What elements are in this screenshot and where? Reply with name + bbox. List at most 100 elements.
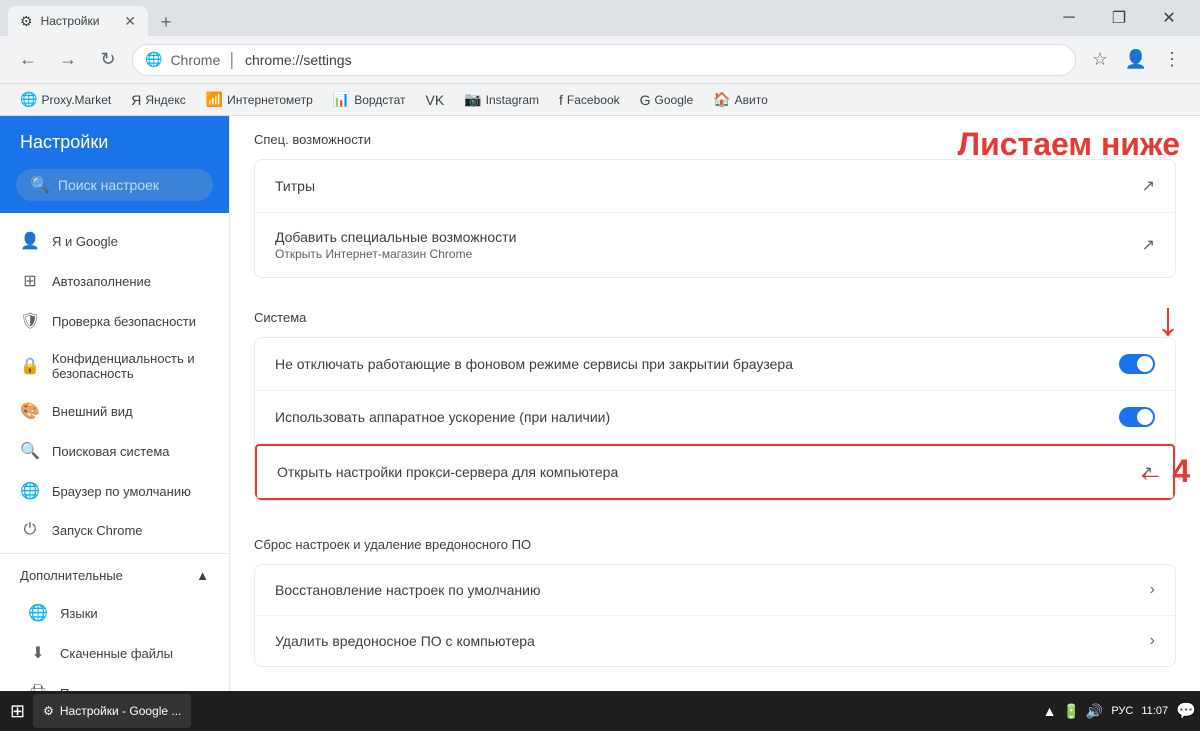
url-path: chrome://settings <box>245 52 352 68</box>
taskbar-left: ⊞ ⚙ Настройки - Google ... <box>4 694 191 728</box>
bookmark-icon: 🌐 <box>20 91 37 108</box>
profile-button[interactable]: 👤 <box>1120 44 1152 76</box>
content-area: Листаем ниже Спец. возможности Титры ↗ Д… <box>230 116 1200 691</box>
hw-accel-toggle[interactable] <box>1119 407 1155 427</box>
taskbar-time: 11:07 <box>1141 704 1168 718</box>
sidebar-item-default-browser[interactable]: 🌐 Браузер по умолчанию <box>0 471 229 511</box>
bookmark-label-av: Авито <box>735 93 768 107</box>
menu-button[interactable]: ⋮ <box>1156 44 1188 76</box>
sidebar-item-downloads[interactable]: ⬇ Скаченные файлы <box>0 633 229 673</box>
remove-malware-row[interactable]: Удалить вредоносное ПО с компьютера › <box>255 616 1175 666</box>
minimize-button[interactable]: ─ <box>1046 3 1092 33</box>
nav-label: Языки <box>60 606 98 621</box>
nav-label: Автозаполнение <box>52 274 151 289</box>
external-link-icon-2: ↗ <box>1142 235 1155 255</box>
captions-row[interactable]: Титры ↗ <box>255 160 1175 213</box>
bookmark-google[interactable]: G Google <box>632 88 702 112</box>
bookmark-instagram[interactable]: 📷 Instagram <box>456 87 547 112</box>
nav-label: Конфиденциальность и безопасность <box>52 351 209 381</box>
bookmark-proxy[interactable]: 🌐 Proxy.Market <box>12 87 119 112</box>
nav-label: Браузер по умолчанию <box>52 484 191 499</box>
restore-text: Восстановление настроек по умолчанию <box>275 582 1150 598</box>
hardware-acceleration-row[interactable]: Использовать аппаратное ускорение (при н… <box>255 391 1175 444</box>
start-button[interactable]: ⊞ <box>4 697 31 726</box>
notification-icon[interactable]: 💬 <box>1176 701 1196 721</box>
bookmark-facebook[interactable]: f Facebook <box>551 88 628 112</box>
nav-label: Запуск Chrome <box>52 523 143 538</box>
external-link-icon: ↗ <box>1142 176 1155 196</box>
back-button[interactable]: ← <box>12 44 44 76</box>
tab-close-btn[interactable]: ✕ <box>124 13 136 30</box>
taskbar-right: ▲ 🔋 🔊 РУС 11:07 💬 <box>1043 701 1196 721</box>
power-icon: ⏻ <box>20 521 40 539</box>
sidebar-search-area: 🔍 <box>0 169 229 213</box>
sidebar-item-privacy[interactable]: 🔒 Конфиденциальность и безопасность <box>0 341 229 391</box>
sidebar-item-search-engine[interactable]: 🔍 Поисковая система <box>0 431 229 471</box>
add-accessibility-title: Добавить специальные возможности <box>275 229 1142 245</box>
address-bar-right: ☆ 👤 ⋮ <box>1084 44 1188 76</box>
sidebar-item-autofill[interactable]: ⊞ Автозаполнение <box>0 261 229 301</box>
url-bar[interactable]: 🌐 Chrome │ chrome://settings <box>132 44 1076 76</box>
tray-network-icon[interactable]: ▲ <box>1043 703 1057 719</box>
taskbar-app-chrome[interactable]: ⚙ Настройки - Google ... <box>33 694 191 728</box>
nav-label: Внешний вид <box>52 404 133 419</box>
bookmark-avito[interactable]: 🏠 Авито <box>705 87 776 112</box>
bookmark-label-fb: Facebook <box>567 93 620 107</box>
captions-title: Титры <box>275 178 1142 194</box>
window-controls: ─ ❐ ✕ <box>1046 3 1192 33</box>
search-input[interactable] <box>58 177 230 193</box>
bookmark-label-w: Вордстат <box>354 93 405 107</box>
special-section-card: Титры ↗ Добавить специальные возможности… <box>254 159 1176 278</box>
print-icon: 🖨 <box>28 683 48 691</box>
new-tab-button[interactable]: + <box>152 8 180 36</box>
bookmark-label-y: Яндекс <box>145 93 185 107</box>
sidebar-item-security[interactable]: 🛡 Проверка безопасности <box>0 301 229 341</box>
bookmark-label-ig: Instagram <box>486 93 539 107</box>
sidebar-item-languages[interactable]: 🌐 Языки <box>0 593 229 633</box>
taskbar-app-icon: ⚙ <box>43 704 54 718</box>
forward-button[interactable]: → <box>52 44 84 76</box>
captions-text: Титры <box>275 178 1142 194</box>
url-chrome-label: Chrome <box>170 52 220 68</box>
system-section-title: Система <box>230 294 1200 333</box>
appearance-icon: 🎨 <box>20 401 40 421</box>
restore-title: Восстановление настроек по умолчанию <box>275 582 1150 598</box>
bookmark-vk[interactable]: VK <box>418 88 453 112</box>
bookmark-internet[interactable]: 📶 Интернетометр <box>198 87 321 112</box>
bookmark-icon-av: 🏠 <box>713 91 730 108</box>
bookmark-label: Proxy.Market <box>41 93 111 107</box>
close-button[interactable]: ✕ <box>1146 3 1192 33</box>
bookmark-wordstat[interactable]: 📊 Вордстат <box>325 87 414 112</box>
background-services-row[interactable]: Не отключать работающие в фоновом режиме… <box>255 338 1175 391</box>
sidebar-item-print[interactable]: 🖨 Печать <box>0 673 229 691</box>
title-bar: ⚙ Настройки ✕ + ─ ❐ ✕ <box>0 0 1200 36</box>
shield-icon: 🛡 <box>20 311 40 331</box>
maximize-button[interactable]: ❐ <box>1096 3 1142 33</box>
active-tab[interactable]: ⚙ Настройки ✕ <box>8 6 148 36</box>
sidebar-item-appearance[interactable]: 🎨 Внешний вид <box>0 391 229 431</box>
nav-label: Я и Google <box>52 234 118 249</box>
bg-services-title: Не отключать работающие в фоновом режиме… <box>275 356 1119 372</box>
bookmark-button[interactable]: ☆ <box>1084 44 1116 76</box>
chevron-up-icon: ▲ <box>196 568 209 583</box>
bookmark-yandex[interactable]: Я Яндекс <box>123 88 193 112</box>
sidebar-item-startup[interactable]: ⏻ Запуск Chrome <box>0 511 229 549</box>
advanced-section-header[interactable]: Дополнительные ▲ <box>0 558 229 593</box>
tab-area: ⚙ Настройки ✕ + <box>8 0 180 36</box>
tray-battery-icon[interactable]: 🔋 <box>1062 703 1079 720</box>
tray-sound-icon[interactable]: 🔊 <box>1086 703 1103 720</box>
refresh-button[interactable]: ↻ <box>92 44 124 76</box>
url-separator: │ <box>228 52 237 68</box>
add-accessibility-row[interactable]: Добавить специальные возможности Открыть… <box>255 213 1175 277</box>
search-wrapper[interactable]: 🔍 <box>16 169 213 201</box>
sidebar-item-me-google[interactable]: 👤 Я и Google <box>0 221 229 261</box>
autofill-icon: ⊞ <box>20 271 40 291</box>
search-icon: 🔍 <box>30 175 50 195</box>
proxy-settings-row[interactable]: Открыть настройки прокси-сервера для ком… <box>255 444 1175 500</box>
proxy-text: Открыть настройки прокси-сервера для ком… <box>277 464 1140 480</box>
annotation-row: ← 4 <box>1136 453 1190 490</box>
bookmark-label-i: Интернетометр <box>227 93 313 107</box>
bg-services-toggle[interactable] <box>1119 354 1155 374</box>
restore-defaults-row[interactable]: Восстановление настроек по умолчанию › <box>255 565 1175 616</box>
taskbar-tray-icons: ▲ 🔋 🔊 <box>1043 703 1104 720</box>
